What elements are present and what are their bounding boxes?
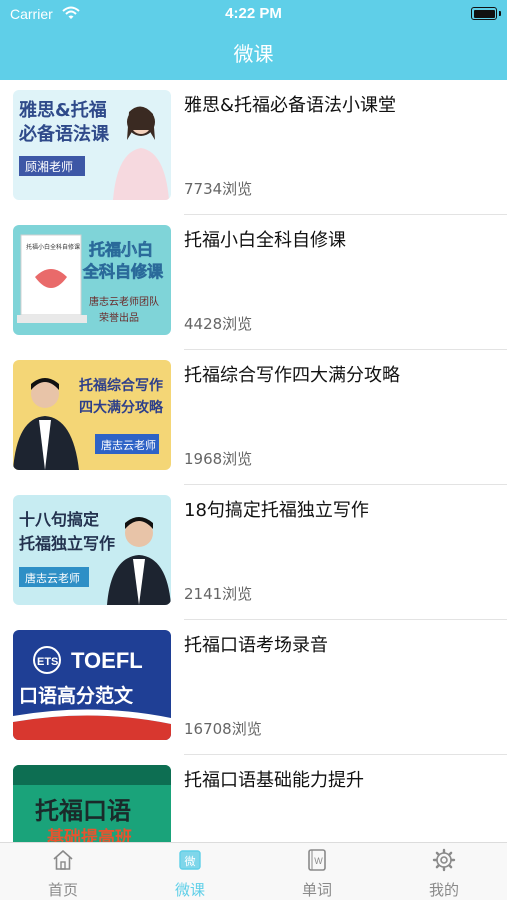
course-title: 托福口语考场录音 bbox=[184, 635, 328, 656]
battery-icon bbox=[471, 7, 497, 20]
course-thumbnail: ETS TOEFL 口语高分范文 bbox=[13, 630, 171, 740]
course-views: 1968浏览 bbox=[184, 450, 253, 468]
course-thumbnail: 托福口语 基础提高班 bbox=[13, 765, 171, 842]
page-title: 微课 bbox=[233, 42, 274, 66]
thumb-logo-text: ETS bbox=[37, 656, 58, 668]
thumb-text-line: 托福综合写作 bbox=[79, 377, 163, 394]
tab-icon-glyph: 微 bbox=[185, 854, 196, 868]
top-bar: Carrier 4:22 PM 微课 bbox=[0, 0, 507, 80]
tab-label: 单词 bbox=[301, 881, 332, 899]
thumb-text-line: 口语高分范文 bbox=[19, 684, 134, 707]
book-label: 托福小白全科自修课 bbox=[26, 243, 80, 251]
course-views: 4428浏览 bbox=[184, 315, 253, 333]
thumb-text-line: TOEFL bbox=[71, 648, 143, 673]
tab-icon-glyph: W bbox=[314, 856, 323, 866]
course-item[interactable]: 雅思&托福 必备语法课 顾湘老师 雅思&托福必备语法小课堂 7734浏览 bbox=[0, 80, 507, 215]
course-item[interactable]: 托福口语 基础提高班 托福口语基础能力提升 bbox=[0, 755, 507, 842]
thumb-text-line: 托福口语 bbox=[35, 797, 131, 825]
status-time: 4:22 PM bbox=[225, 5, 282, 22]
course-thumbnail: 托福小白全科自修课 托福小白 全科自修课 唐志云老师团队 荣誉出品 bbox=[13, 225, 171, 335]
tab-label: 微课 bbox=[174, 881, 205, 899]
thumb-text-line: 十八句搞定 bbox=[19, 510, 99, 529]
thumb-tag: 唐志云老师团队 bbox=[89, 295, 159, 308]
thumb-tag: 唐志云老师 bbox=[25, 571, 80, 585]
word-book-icon: W bbox=[308, 849, 326, 871]
course-item[interactable]: 托福小白全科自修课 托福小白 全科自修课 唐志云老师团队 荣誉出品 托福小白全科… bbox=[0, 215, 507, 350]
tab-home[interactable]: 首页 bbox=[0, 843, 126, 900]
course-thumbnail: 十八句搞定 托福独立写作 唐志云老师 bbox=[13, 495, 171, 605]
course-title: 雅思&托福必备语法小课堂 bbox=[184, 95, 397, 116]
tab-profile[interactable]: 我的 bbox=[381, 843, 507, 900]
course-views: 2141浏览 bbox=[184, 585, 253, 603]
course-list[interactable]: 雅思&托福 必备语法课 顾湘老师 雅思&托福必备语法小课堂 7734浏览 托福小… bbox=[0, 80, 507, 842]
thumb-text-line: 托福独立写作 bbox=[19, 534, 115, 553]
thumb-text-line: 基础提高班 bbox=[46, 827, 132, 842]
gear-icon bbox=[432, 848, 456, 872]
battery-tip bbox=[499, 11, 501, 16]
course-title: 18句搞定托福独立写作 bbox=[184, 500, 369, 521]
tab-words[interactable]: W 单词 bbox=[254, 843, 380, 900]
course-thumbnail: 雅思&托福 必备语法课 顾湘老师 bbox=[13, 90, 171, 200]
course-thumbnail: 托福综合写作 四大满分攻略 唐志云老师 bbox=[13, 360, 171, 470]
course-title: 托福综合写作四大满分攻略 bbox=[184, 365, 400, 386]
thumb-tag: 唐志云老师 bbox=[101, 438, 156, 452]
course-item[interactable]: ETS TOEFL 口语高分范文 托福口语考场录音 16708浏览 bbox=[0, 620, 507, 755]
thumb-text-line: 四大满分攻略 bbox=[79, 399, 164, 416]
home-icon bbox=[53, 850, 73, 870]
thumb-text-line: 必备语法课 bbox=[18, 123, 110, 145]
course-item[interactable]: 十八句搞定 托福独立写作 唐志云老师 18句搞定托福独立写作 2141浏览 bbox=[0, 485, 507, 620]
tab-label: 我的 bbox=[428, 881, 459, 899]
course-item[interactable]: 托福综合写作 四大满分攻略 唐志云老师 托福综合写作四大满分攻略 1968浏览 bbox=[0, 350, 507, 485]
tab-label: 首页 bbox=[47, 881, 78, 899]
thumb-text-line: 雅思&托福 bbox=[18, 99, 107, 121]
thumb-tag2: 荣誉出品 bbox=[99, 311, 139, 324]
course-title: 托福小白全科自修课 bbox=[184, 230, 346, 251]
thumb-text-line: 全科自修课 bbox=[82, 262, 164, 281]
course-views: 7734浏览 bbox=[184, 180, 253, 198]
tab-bar: 首页 微 微课 W 单词 我的 bbox=[0, 842, 507, 900]
thumb-text-line: 托福小白 bbox=[89, 240, 153, 259]
tab-microlesson[interactable]: 微 微课 bbox=[127, 843, 253, 900]
status-bar: Carrier 4:22 PM bbox=[0, 0, 507, 28]
course-views: 16708浏览 bbox=[184, 720, 262, 738]
microlesson-icon: 微 bbox=[179, 850, 201, 870]
thumb-tag: 顾湘老师 bbox=[25, 159, 73, 174]
course-title: 托福口语基础能力提升 bbox=[184, 770, 364, 791]
